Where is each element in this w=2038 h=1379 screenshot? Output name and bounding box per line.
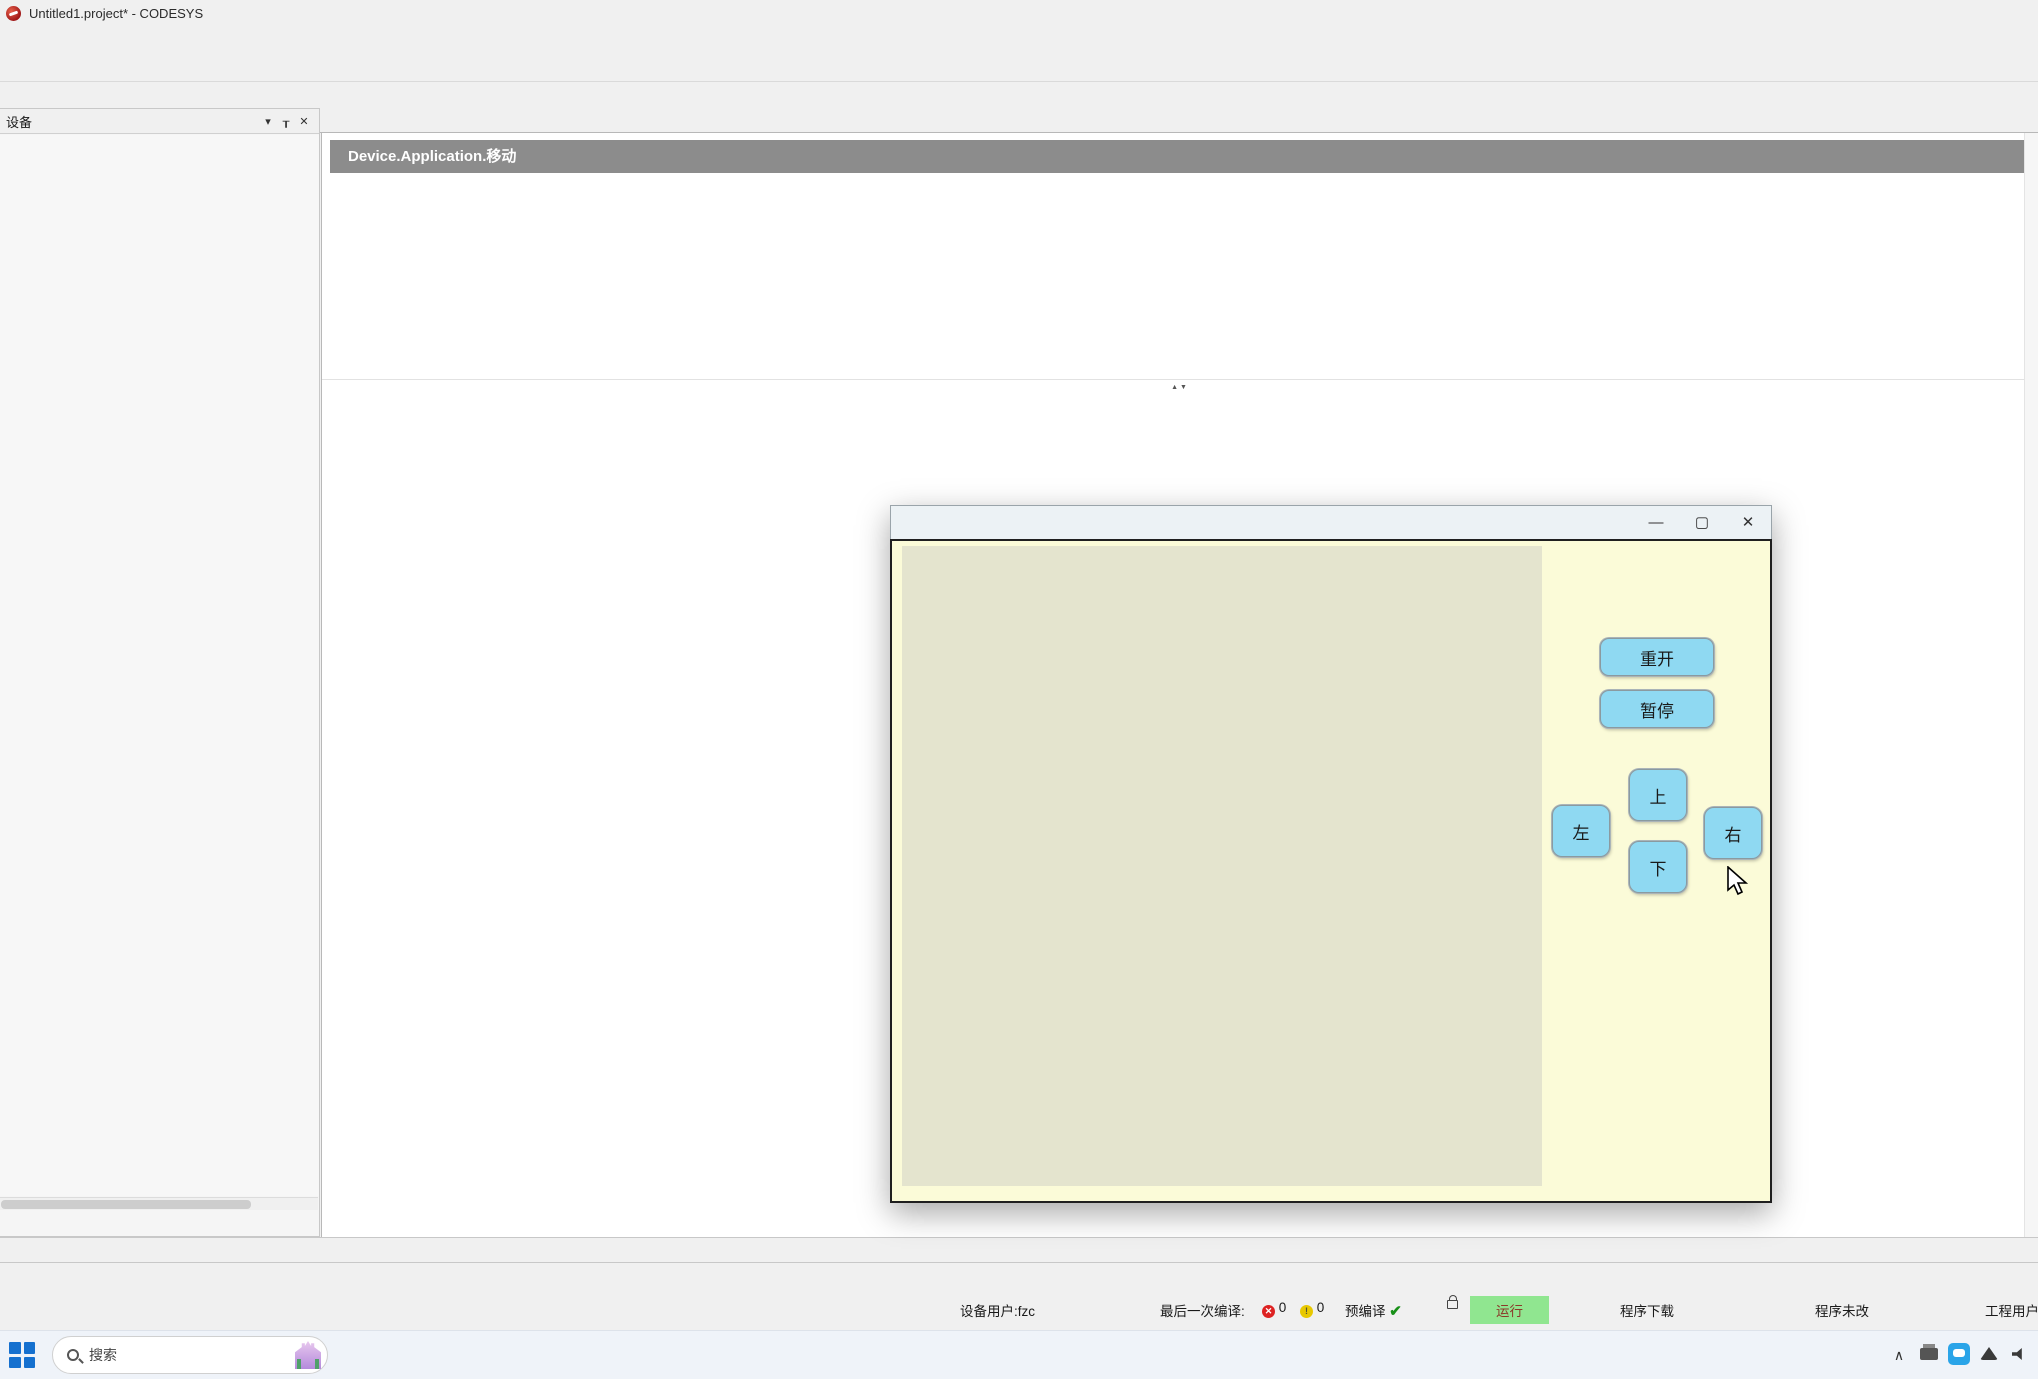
right-button[interactable]: 右	[1704, 807, 1762, 859]
device-user: 设备用户:fzc	[960, 1300, 1035, 1320]
warning-count: ! 0	[1300, 1300, 1324, 1318]
message-panel-tabs	[0, 1262, 2038, 1290]
editor-vertical-scrollbar[interactable]	[2024, 133, 2038, 1262]
search-placeholder: 搜索	[89, 1345, 295, 1365]
toolbar	[0, 52, 2038, 82]
devices-panel: 设备 ▾ ┰ ✕	[0, 108, 320, 1237]
last-build-label: 最后一次编译:	[1160, 1300, 1245, 1320]
tray-chevron-icon[interactable]: ∧	[1884, 1347, 1914, 1364]
device-tree	[0, 135, 319, 1196]
editor-tab-strip	[320, 108, 2038, 133]
devices-panel-title: 设备	[6, 112, 32, 131]
snake-game-grid	[902, 546, 1542, 1186]
start-button[interactable]	[0, 1334, 44, 1376]
codesys-logo-icon	[6, 6, 21, 21]
minimize-button[interactable]: —	[1633, 506, 1679, 539]
visualization-titlebar[interactable]: — ▢ ✕	[890, 505, 1772, 539]
left-button[interactable]: 左	[1552, 805, 1610, 857]
error-count: ✕ 0	[1262, 1300, 1286, 1318]
title-bar: Untitled1.project* - CODESYS	[0, 0, 2038, 26]
lock-icon	[1447, 1296, 1458, 1311]
run-state-badge: 运行	[1470, 1296, 1549, 1324]
pause-button[interactable]: 暂停	[1600, 690, 1714, 728]
editor-splitter[interactable]: ▲▼	[322, 379, 2038, 388]
check-icon: ✔	[1389, 1303, 1402, 1320]
bottom-panel-tabs	[0, 1237, 2038, 1262]
windows-taskbar: 搜索 ∧	[0, 1330, 2038, 1379]
program-unchanged: 程序未改	[1815, 1300, 1869, 1320]
editor-breadcrumb: Device.Application.移动	[330, 140, 2024, 173]
panel-close-icon[interactable]: ✕	[295, 115, 313, 128]
volume-icon[interactable]	[2004, 1347, 2034, 1363]
panel-pin-icon[interactable]: ┰	[277, 115, 295, 128]
visualization-window: — ▢ ✕ 重开 暂停 上 左 右 下	[890, 505, 1772, 1203]
maximize-button[interactable]: ▢	[1679, 506, 1725, 539]
warning-icon: !	[1300, 1305, 1313, 1318]
panel-menu-icon[interactable]: ▾	[259, 115, 277, 128]
menu-bar	[0, 26, 2038, 52]
up-button[interactable]: 上	[1629, 769, 1687, 821]
printer-icon[interactable]	[1914, 1347, 1944, 1363]
window-title: Untitled1.project* - CODESYS	[29, 6, 203, 21]
search-icon	[67, 1349, 79, 1361]
restart-button[interactable]: 重开	[1600, 638, 1714, 676]
search-daily-image	[295, 1341, 321, 1369]
visualization-body: 重开 暂停 上 左 右 下	[890, 539, 1772, 1203]
devices-panel-header: 设备 ▾ ┰ ✕	[0, 109, 319, 134]
project-user: 工程用户:(	[1985, 1300, 2038, 1320]
wifi-icon[interactable]	[1974, 1347, 2004, 1363]
mouse-cursor	[1726, 866, 1752, 896]
down-button[interactable]: 下	[1629, 841, 1687, 893]
status-bar: 设备用户:fzc 最后一次编译: ✕ 0 ! 0 预编译 ✔ 运行 程序下载 程…	[0, 1290, 2038, 1330]
chat-app-icon[interactable]	[1944, 1343, 1974, 1368]
precompile-status: 预编译 ✔	[1345, 1300, 1402, 1320]
program-download[interactable]: 程序下载	[1620, 1300, 1674, 1320]
error-icon: ✕	[1262, 1305, 1275, 1318]
close-button[interactable]: ✕	[1725, 506, 1771, 539]
tree-horizontal-scrollbar[interactable]	[0, 1197, 318, 1210]
taskbar-search[interactable]: 搜索	[52, 1336, 328, 1374]
